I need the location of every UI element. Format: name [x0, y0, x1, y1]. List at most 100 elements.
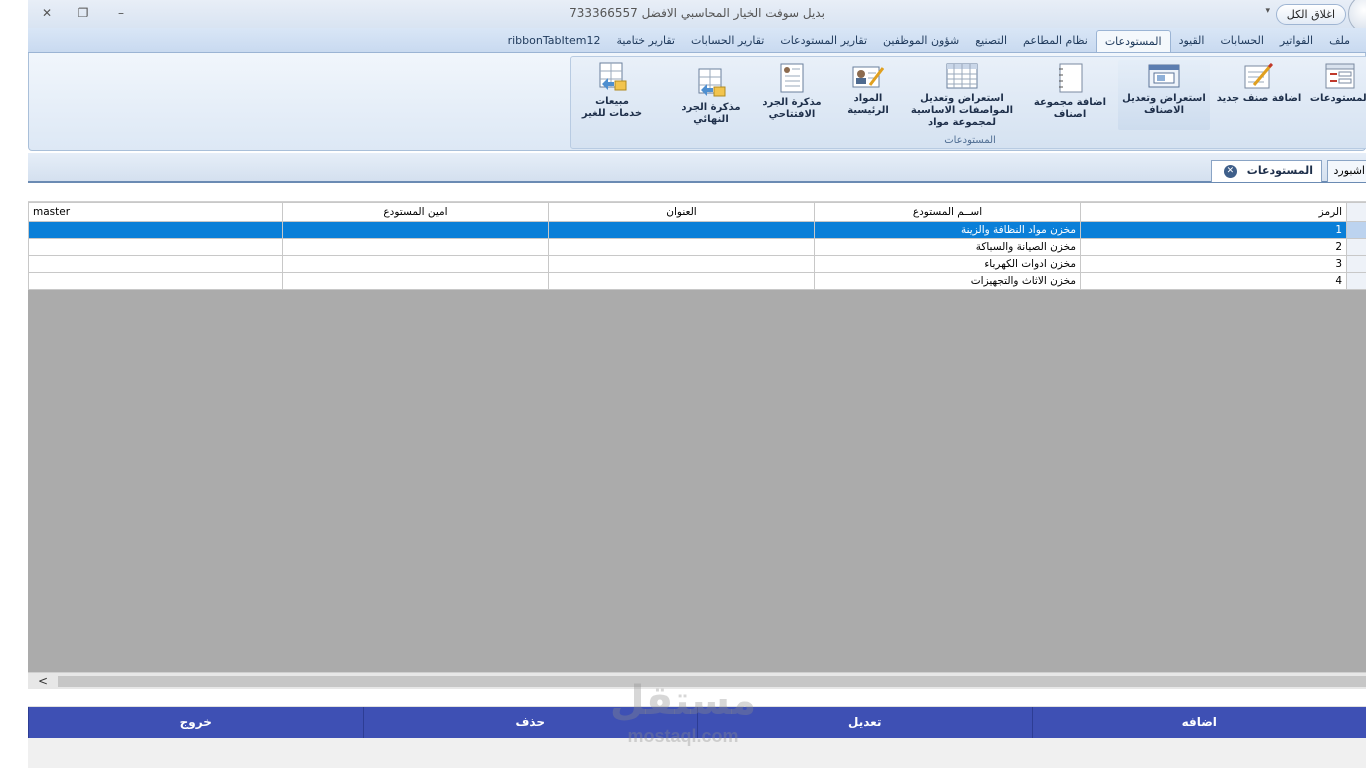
grid-group-panel	[28, 190, 1366, 202]
cell-name[interactable]: مخزن الاثاث والتجهيزات	[814, 272, 1081, 290]
table-row[interactable]: 2 مخزن الصيانة والسباكة	[28, 238, 1366, 256]
tab-manufacturing[interactable]: التصنيع	[967, 30, 1015, 52]
cell-code[interactable]: 4	[1080, 272, 1347, 290]
service-sales-icon	[599, 62, 627, 91]
main-materials-label: المواد الرئيسية	[847, 93, 889, 116]
ribbon-group-label: المستودعات	[944, 135, 996, 146]
final-inventory-button[interactable]: مذكرة الجرد النهائي	[675, 65, 747, 135]
cell-keeper[interactable]	[282, 238, 549, 256]
edit-button[interactable]: تعديل	[697, 707, 1032, 738]
browse-items-icon	[1148, 64, 1180, 88]
cell-address[interactable]	[548, 238, 815, 256]
cell-name[interactable]: مخزن مواد النظافة والزينة	[814, 221, 1081, 239]
tab-ribbon-item-12[interactable]: ribbonTabItem12	[500, 30, 609, 52]
spreadsheet-icon	[946, 63, 978, 89]
tab-file[interactable]: ملف	[1321, 30, 1358, 52]
tab-accounts[interactable]: الحسابات	[1212, 30, 1271, 52]
cell-code[interactable]: 3	[1080, 255, 1347, 273]
scrollbar-thumb[interactable]	[58, 676, 1366, 687]
cell-name[interactable]: مخزن الصيانة والسباكة	[814, 238, 1081, 256]
horizontal-scrollbar[interactable]: <	[28, 672, 1366, 689]
table-row[interactable]: 4 مخزن الاثاث والتجهيزات	[28, 272, 1366, 290]
add-item-group-button[interactable]: اضافة مجموعة اصناف	[1026, 60, 1114, 130]
separator-band	[28, 689, 1366, 707]
column-header-keeper[interactable]: امين المستودع	[282, 202, 549, 222]
contact-card-icon	[852, 66, 884, 88]
add-new-item-button[interactable]: اضافة صنف جديد	[1213, 60, 1305, 130]
service-sales-label: مبيعات خدمات للغير	[581, 96, 643, 119]
warehouses-grid[interactable]: الرمز اســم المستودع العنوان امين المستو…	[28, 202, 1366, 290]
close-tab-icon[interactable]: ✕	[1223, 164, 1237, 178]
tab-account-reports[interactable]: تقارير الحسابات	[683, 30, 772, 52]
row-indicator[interactable]	[1346, 221, 1366, 239]
tab-invoices[interactable]: الفواتير	[1272, 30, 1321, 52]
exit-button[interactable]: خروج	[28, 707, 363, 738]
browse-group-specs-button[interactable]: استعراض وتعديل المواصفات الاساسية لمجموع…	[901, 60, 1023, 130]
tab-entries[interactable]: القيود	[1171, 30, 1213, 52]
close-all-button[interactable]: اغلاق الكل	[1275, 4, 1346, 25]
ribbon-panel: المستودعات اضافة صنف جديد استعراض وتعديل…	[28, 53, 1366, 151]
add-button[interactable]: اضافه	[1031, 707, 1366, 738]
cell-address[interactable]	[548, 255, 815, 273]
tab-final-reports[interactable]: تقارير ختامية	[608, 30, 683, 52]
warehouses-grid-area: الرمز اســم المستودع العنوان امين المستو…	[28, 190, 1366, 672]
cell-keeper[interactable]	[282, 255, 549, 273]
cell-master[interactable]	[28, 221, 283, 239]
browse-group-specs-label: استعراض وتعديل المواصفات الاساسية لمجموع…	[910, 93, 1014, 128]
tab-warehouses[interactable]: المستودعات	[1095, 30, 1171, 52]
warehouses-doc-tab-label: المستودعات	[1246, 164, 1313, 177]
tab-restaurant-system[interactable]: نظام المطاعم	[1015, 30, 1096, 52]
row-indicator-header	[1346, 202, 1366, 222]
title-bar: ✕ ❐ – بديل سوفت الخيار المحاسبي الافضل 7…	[28, 0, 1366, 34]
ribbon-group-warehouses: المستودعات اضافة صنف جديد استعراض وتعديل…	[570, 56, 1366, 149]
footer-area	[28, 738, 1366, 768]
cell-address[interactable]	[548, 272, 815, 290]
cell-master[interactable]	[28, 238, 283, 256]
warehouses-button[interactable]: المستودعات	[1309, 60, 1366, 130]
warehouses-doc-tab[interactable]: المستودعات ✕	[1210, 160, 1322, 182]
inventory-list-icon	[780, 63, 804, 93]
add-item-group-label: اضافة مجموعة اصناف	[1033, 97, 1107, 120]
main-materials-button[interactable]: المواد الرئيسية	[836, 60, 900, 130]
cell-keeper[interactable]	[282, 221, 549, 239]
cell-code[interactable]: 1	[1080, 221, 1347, 239]
final-inventory-icon	[698, 68, 726, 97]
edit-item-icon	[1244, 63, 1274, 89]
opening-inventory-label: مذكرة الجرد الافتتاحي	[762, 97, 822, 120]
row-indicator[interactable]	[1346, 255, 1366, 273]
column-header-master[interactable]: master	[28, 202, 283, 222]
delete-button[interactable]: حذف	[362, 707, 697, 738]
cell-keeper[interactable]	[282, 272, 549, 290]
warehouses-button-label: المستودعات	[1309, 93, 1366, 104]
cell-address[interactable]	[548, 221, 815, 239]
cell-master[interactable]	[28, 255, 283, 273]
add-new-item-label: اضافة صنف جديد	[1216, 93, 1302, 104]
quick-access-dropdown-icon[interactable]: ▾	[1265, 6, 1270, 16]
cell-code[interactable]: 2	[1080, 238, 1347, 256]
browse-edit-items-button[interactable]: استعراض وتعديل الاصناف	[1118, 60, 1210, 130]
window-title: بديل سوفت الخيار المحاسبي الافضل 7333665…	[569, 6, 825, 20]
notebook-icon	[1059, 63, 1083, 93]
service-sales-button[interactable]: مبيعات خدمات للغير	[579, 59, 645, 129]
tab-warehouse-reports[interactable]: تقارير المستودعات	[772, 30, 875, 52]
table-row[interactable]: 3 مخزن ادوات الكهرباء	[28, 255, 1366, 273]
column-header-code[interactable]: الرمز	[1080, 202, 1347, 222]
scroll-left-icon[interactable]: <	[28, 673, 58, 690]
dashboard-tab[interactable]: اشبورد	[1326, 160, 1366, 182]
app-window: ✕ ❐ – بديل سوفت الخيار المحاسبي الافضل 7…	[0, 0, 1366, 768]
ribbon-tab-strip: ملف الفواتير الحسابات القيود المستودعات …	[28, 28, 1366, 53]
column-header-address[interactable]: العنوان	[548, 202, 815, 222]
row-indicator[interactable]	[1346, 272, 1366, 290]
tab-employee-affairs[interactable]: شؤون الموظفين	[875, 30, 967, 52]
column-header-name[interactable]: اســم المستودع	[814, 202, 1081, 222]
cell-name[interactable]: مخزن ادوات الكهرباء	[814, 255, 1081, 273]
row-indicator[interactable]	[1346, 238, 1366, 256]
opening-inventory-button[interactable]: مذكرة الجرد الافتتاحي	[759, 60, 825, 130]
warehouse-form-icon	[1325, 63, 1355, 89]
document-tab-strip: اشبورد المستودعات ✕	[28, 153, 1366, 183]
browse-edit-items-label: استعراض وتعديل الاصناف	[1122, 93, 1206, 116]
table-row[interactable]: 1 مخزن مواد النظافة والزينة	[28, 221, 1366, 239]
grid-header-row: الرمز اســم المستودع العنوان امين المستو…	[28, 202, 1366, 222]
cell-master[interactable]	[28, 272, 283, 290]
final-inventory-label: مذكرة الجرد النهائي	[681, 102, 741, 125]
